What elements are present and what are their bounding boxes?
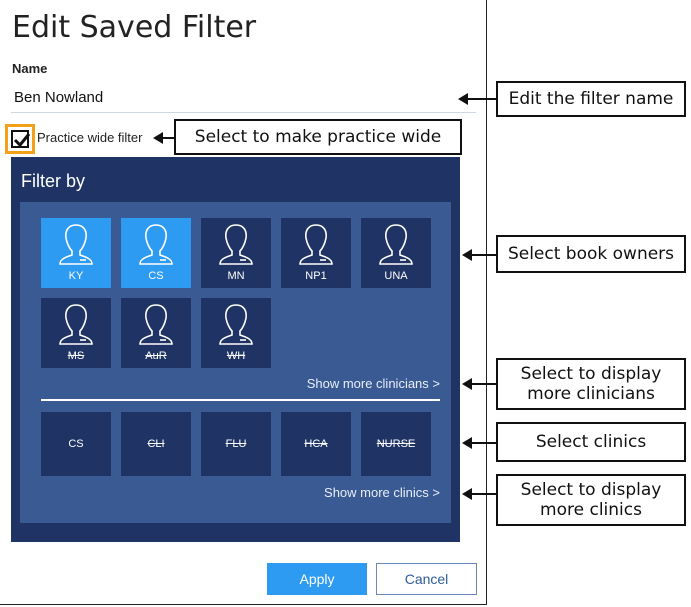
clinic-label: FLU	[225, 438, 247, 450]
callout-practice-wide: Select to make practice wide	[174, 119, 462, 155]
book-owner-tile[interactable]: CS	[121, 218, 191, 288]
callout-book-owners-text: Select book owners	[507, 243, 675, 264]
callout-arrow-name	[458, 93, 496, 105]
callout-arrow-more-clinicians	[462, 378, 496, 390]
name-label: Name	[12, 61, 48, 76]
filter-by-title: Filter by	[21, 171, 86, 191]
person-icon	[219, 224, 253, 265]
filter-name-input[interactable]	[11, 83, 476, 113]
clinic-label: CLI	[147, 438, 165, 450]
filter-inner-panel: KY CS MN NP1 UNA MS AuR WH Show more clinicians…	[20, 202, 451, 523]
clinic-tile[interactable]: HCA	[281, 412, 351, 476]
clinic-tile[interactable]: CS	[41, 412, 111, 476]
clinic-label: NURSE	[376, 438, 416, 450]
callout-clinics-text: Select clinics	[535, 431, 647, 452]
clinic-label: CS	[68, 438, 84, 450]
callout-arrow-clinics	[462, 437, 496, 449]
person-icon	[139, 304, 173, 345]
practice-wide-label: Practice wide filter	[37, 130, 143, 145]
clinic-tile[interactable]: FLU	[201, 412, 271, 476]
cancel-button[interactable]: Cancel	[376, 563, 477, 595]
book-owner-label: WH	[226, 350, 246, 362]
person-icon	[139, 224, 173, 265]
book-owner-label: MN	[227, 270, 245, 282]
person-icon	[59, 304, 93, 345]
apply-button[interactable]: Apply	[267, 563, 367, 595]
book-owner-tile[interactable]: KY	[41, 218, 111, 288]
book-owner-label: AuR	[145, 350, 167, 362]
practice-wide-checkbox[interactable]	[11, 130, 31, 148]
person-icon	[379, 224, 413, 265]
book-owner-tile[interactable]: MS	[41, 298, 111, 368]
clinic-label: HCA	[304, 438, 328, 450]
callout-clinics: Select clinics	[496, 422, 686, 462]
filter-panel: Filter by KY CS MN NP1 UNA MS AuR WH Show more …	[11, 157, 460, 542]
callout-practice-wide-text: Select to make practice wide	[194, 126, 442, 147]
dialog-title: Edit Saved Filter	[12, 10, 257, 45]
show-more-clinicians-link[interactable]: Show more clinicians >	[200, 376, 440, 391]
person-icon	[299, 224, 333, 265]
callout-more-clinicians-line1: Select to display	[520, 363, 662, 384]
callout-book-owners: Select book owners	[496, 235, 686, 273]
divider	[41, 399, 440, 401]
callout-arrow-owners	[462, 249, 496, 261]
callout-edit-name-text: Edit the filter name	[508, 88, 674, 109]
person-icon	[59, 224, 93, 265]
book-owner-label: NP1	[305, 270, 327, 282]
edit-saved-filter-dialog: Edit Saved Filter Name Practice wide fil…	[0, 0, 487, 605]
callout-more-clinicians: Select to display more clinicians	[496, 358, 686, 410]
book-owner-tile[interactable]: MN	[201, 218, 271, 288]
clinic-tile[interactable]: NURSE	[361, 412, 431, 476]
book-owner-label: CS	[148, 270, 164, 282]
callout-more-clinicians-line2: more clinicians	[527, 384, 655, 404]
callout-more-clinics-line2: more clinics	[540, 500, 642, 520]
callout-arrow-more-clinics	[462, 488, 496, 500]
show-more-clinics-link[interactable]: Show more clinics >	[200, 485, 440, 500]
person-icon	[219, 304, 253, 345]
book-owner-tile[interactable]: NP1	[281, 218, 351, 288]
book-owner-label: MS	[67, 350, 85, 362]
book-owner-tile[interactable]: UNA	[361, 218, 431, 288]
book-owner-tile[interactable]: WH	[201, 298, 271, 368]
book-owner-tile[interactable]: AuR	[121, 298, 191, 368]
checkmark-icon	[13, 133, 31, 148]
callout-more-clinics: Select to display more clinics	[496, 474, 686, 526]
callout-arrow-practice	[153, 132, 175, 144]
callout-edit-name: Edit the filter name	[496, 81, 686, 117]
book-owner-label: UNA	[384, 270, 408, 282]
clinic-tile[interactable]: CLI	[121, 412, 191, 476]
callout-more-clinics-line1: Select to display	[520, 479, 662, 500]
book-owner-label: KY	[68, 270, 84, 282]
